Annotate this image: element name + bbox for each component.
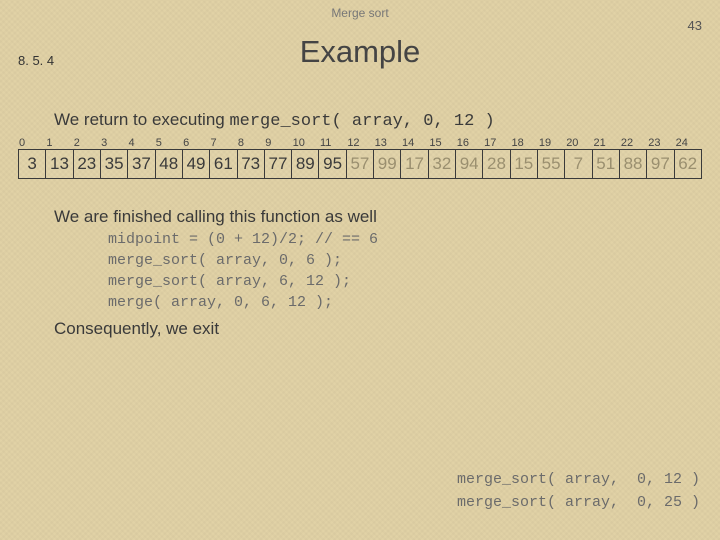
intro-code: merge_sort( array, 0, 12 ) xyxy=(229,112,494,131)
array-index: 21 xyxy=(593,137,620,149)
code-line: merge_sort( array, 0, 6 ); xyxy=(108,250,702,271)
array-index: 20 xyxy=(565,137,592,149)
array-index: 23 xyxy=(647,137,674,149)
array-cell: 51 xyxy=(592,149,619,179)
array-cell: 37 xyxy=(127,149,154,179)
code-line: merge( array, 0, 6, 12 ); xyxy=(108,292,702,313)
array-cell: 49 xyxy=(182,149,209,179)
array-cell: 17 xyxy=(400,149,427,179)
array-cell: 13 xyxy=(45,149,72,179)
array-index-row: 0123456789101112131415161718192021222324 xyxy=(18,137,702,149)
array-cell: 48 xyxy=(155,149,182,179)
array-cell: 7 xyxy=(564,149,591,179)
array-index: 15 xyxy=(428,137,455,149)
slide-title: Example xyxy=(0,34,720,70)
array-index: 18 xyxy=(510,137,537,149)
array-index: 16 xyxy=(456,137,483,149)
array-index: 7 xyxy=(210,137,237,149)
section-number: 8. 5. 4 xyxy=(18,53,54,68)
code-line: midpoint = (0 + 12)/2; // == 6 xyxy=(108,229,702,250)
call-stack-frame: merge_sort( array, 0, 25 ) xyxy=(457,492,700,515)
array-cell: 94 xyxy=(455,149,482,179)
array-index: 19 xyxy=(538,137,565,149)
note-finished: We are finished calling this function as… xyxy=(54,207,702,227)
array-cell: 88 xyxy=(619,149,646,179)
array-index: 11 xyxy=(319,137,346,149)
array-index: 3 xyxy=(100,137,127,149)
array-cell: 89 xyxy=(291,149,318,179)
array-cell: 55 xyxy=(537,149,564,179)
intro-prefix: We return to executing xyxy=(54,110,229,129)
array-cell: 77 xyxy=(264,149,291,179)
array-index: 8 xyxy=(237,137,264,149)
array-cell: 57 xyxy=(346,149,373,179)
array-cell: 28 xyxy=(482,149,509,179)
intro-line: We return to executing merge_sort( array… xyxy=(54,110,702,131)
page-number: 43 xyxy=(688,18,702,33)
header-title: Merge sort xyxy=(0,0,720,20)
call-stack: merge_sort( array, 0, 12 )merge_sort( ar… xyxy=(457,469,700,514)
array-index: 5 xyxy=(155,137,182,149)
array-display: 0123456789101112131415161718192021222324… xyxy=(18,137,702,179)
code-block: midpoint = (0 + 12)/2; // == 6merge_sort… xyxy=(108,229,702,313)
array-cell: 62 xyxy=(674,149,702,179)
array-index: 14 xyxy=(401,137,428,149)
array-index: 4 xyxy=(127,137,154,149)
slide: Merge sort 43 8. 5. 4 Example We return … xyxy=(0,0,720,540)
array-index: 0 xyxy=(18,137,45,149)
array-index: 17 xyxy=(483,137,510,149)
array-cell-row: 3132335374849617377899557991732942815557… xyxy=(18,149,702,179)
array-index: 2 xyxy=(73,137,100,149)
array-index: 1 xyxy=(45,137,72,149)
array-index: 6 xyxy=(182,137,209,149)
array-cell: 73 xyxy=(237,149,264,179)
array-cell: 99 xyxy=(373,149,400,179)
array-cell: 23 xyxy=(73,149,100,179)
array-index: 22 xyxy=(620,137,647,149)
array-index: 10 xyxy=(292,137,319,149)
array-cell: 95 xyxy=(318,149,345,179)
array-index: 9 xyxy=(264,137,291,149)
slide-body: We return to executing merge_sort( array… xyxy=(0,110,720,339)
array-cell: 32 xyxy=(428,149,455,179)
array-index: 24 xyxy=(675,137,702,149)
array-index: 13 xyxy=(374,137,401,149)
call-stack-frame: merge_sort( array, 0, 12 ) xyxy=(457,469,700,492)
code-line: merge_sort( array, 6, 12 ); xyxy=(108,271,702,292)
note-exit: Consequently, we exit xyxy=(54,319,702,339)
array-cell: 61 xyxy=(209,149,236,179)
array-index: 12 xyxy=(346,137,373,149)
array-cell: 35 xyxy=(100,149,127,179)
array-cell: 15 xyxy=(510,149,537,179)
array-cell: 97 xyxy=(646,149,673,179)
array-cell: 3 xyxy=(18,149,45,179)
